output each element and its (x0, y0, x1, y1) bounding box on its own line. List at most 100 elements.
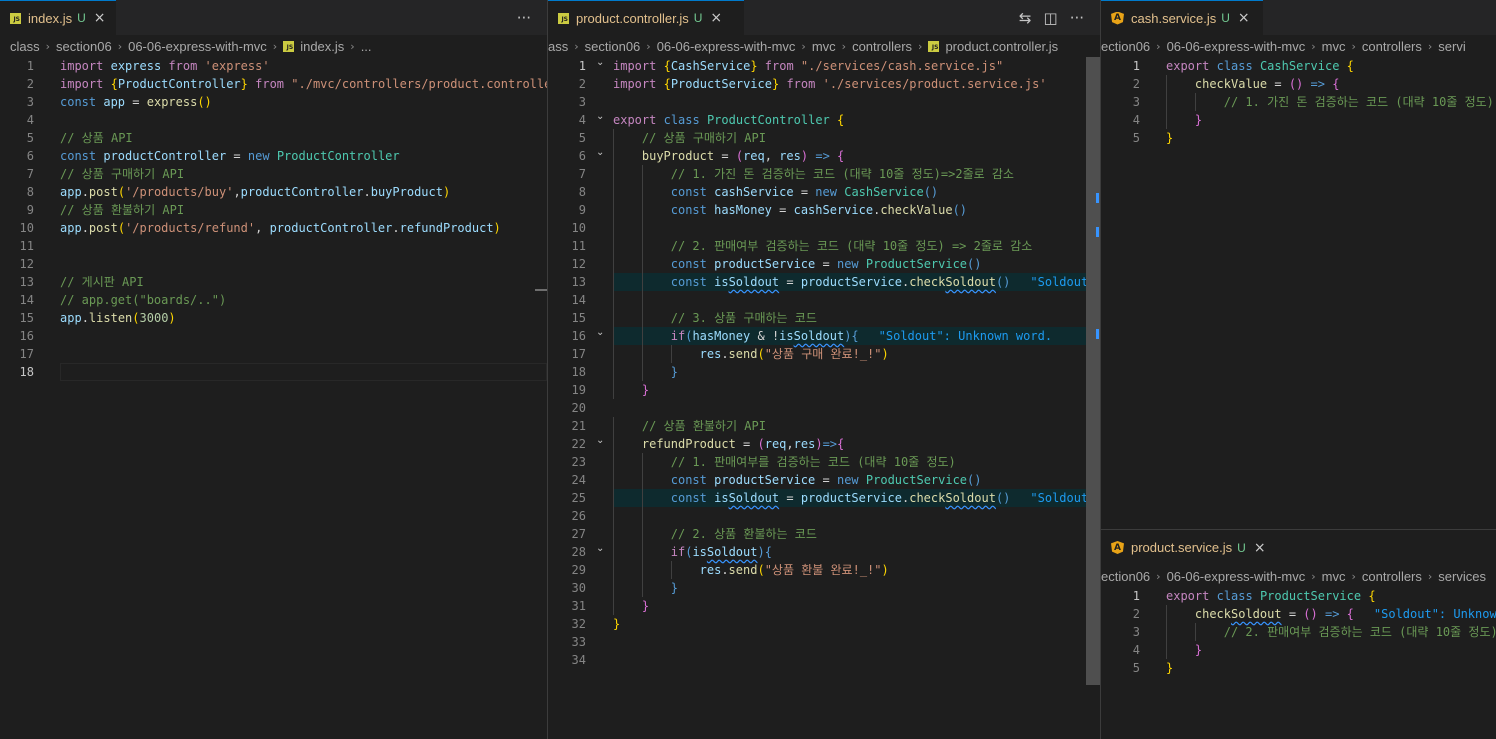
close-icon[interactable]: × (710, 10, 722, 26)
breadcrumb-item[interactable]: controllers (1362, 569, 1422, 584)
code-line[interactable]: 11 // 2. 판매여부 검증하는 코드 (대략 10줄 정도) => 2줄로 … (548, 237, 1100, 255)
code-line[interactable]: 3 (548, 93, 1100, 111)
code-line[interactable]: 11 (0, 237, 547, 255)
breadcrumb-item[interactable]: 06-06-express-with-mvc (1167, 39, 1306, 54)
code-line[interactable]: 12 const productService = new ProductServ… (548, 255, 1100, 273)
breadcrumb-item[interactable]: controllers (852, 39, 912, 54)
code-line[interactable]: 14 (548, 291, 1100, 309)
code-line[interactable]: 14 // app.get("boards/..") (0, 291, 547, 309)
code-line[interactable]: 28 ⌄ if(isSoldout){ (548, 543, 1100, 561)
breadcrumb-item[interactable]: product.controller.js (945, 39, 1058, 54)
code-line[interactable]: 5} (1101, 659, 1496, 677)
code-line[interactable]: 8 app.post('/products/buy',productControl… (0, 183, 547, 201)
breadcrumb-item[interactable]: 06-06-express-with-mvc (128, 39, 267, 54)
close-icon[interactable]: × (1254, 540, 1266, 556)
tab-product-service-js[interactable]: A product.service.js U × (1101, 530, 1281, 565)
code-line[interactable]: 9 const hasMoney = cashService.checkValue… (548, 201, 1100, 219)
code-line[interactable]: 29 res.send("상품 환불 완료!_!") (548, 561, 1100, 579)
code-line[interactable]: 18 (0, 363, 547, 381)
fold-chevron-icon[interactable]: ⌄ (596, 432, 604, 450)
breadcrumb-item[interactable]: section06 (585, 39, 641, 54)
vertical-scrollbar[interactable] (1086, 57, 1100, 685)
code-line[interactable]: 8 const cashService = new CashService() (548, 183, 1100, 201)
code-line[interactable]: 10 (548, 219, 1100, 237)
code-line[interactable]: 7 // 1. 가진 돈 검증하는 코드 (대략 10줄 정도)=>2줄로 감소 (548, 165, 1100, 183)
code-line[interactable]: 23 // 1. 판매여부를 검증하는 코드 (대략 10줄 정도) (548, 453, 1100, 471)
code-line[interactable]: 4 (0, 111, 547, 129)
code-line[interactable]: 31} (548, 597, 1100, 615)
code-line[interactable]: 4 ⌄ export class ProductController { (548, 111, 1100, 129)
breadcrumb-item[interactable]: servi (1438, 39, 1465, 54)
code-line[interactable]: 3 const app = express() (0, 93, 547, 111)
code-editor[interactable]: 1 export class ProductService {2 checkSold… (1101, 587, 1496, 677)
code-line[interactable]: 2 import {ProductController} from "./mvc/… (0, 75, 547, 93)
breadcrumb-item[interactable]: mvc (812, 39, 836, 54)
code-line[interactable]: 13 const isSoldout = productService.check… (548, 273, 1100, 291)
code-line[interactable]: 15 // 3. 상품 구매하는 코드 (548, 309, 1100, 327)
code-line[interactable]: 4} (1101, 111, 1496, 129)
tab-cash-service-js[interactable]: A cash.service.js U × (1101, 0, 1263, 35)
close-icon[interactable]: × (94, 10, 106, 26)
breadcrumb-item[interactable]: controllers (1362, 39, 1422, 54)
code-line[interactable]: 15 app.listen(3000) (0, 309, 547, 327)
breadcrumb-item[interactable]: services (1438, 569, 1486, 584)
code-line[interactable]: 3 // 2. 판매여부 검증하는 코드 (대략 10줄 정도) (1101, 623, 1496, 641)
code-line[interactable]: 3 // 1. 가진 돈 검증하는 코드 (대략 10줄 정도) = (1101, 93, 1496, 111)
breadcrumb-item[interactable]: class (10, 39, 40, 54)
breadcrumb-item[interactable]: ection06 (1101, 39, 1150, 54)
code-line[interactable]: 5 // 상품 API (0, 129, 547, 147)
fold-chevron-icon[interactable]: ⌄ (596, 540, 604, 558)
code-editor[interactable]: 1 import express from 'express' 2 import {P… (0, 57, 547, 381)
code-editor[interactable]: 1 ⌄ import {CashService} from "./services/… (548, 57, 1100, 669)
code-line[interactable]: 30} (548, 579, 1100, 597)
code-line[interactable]: 32} (548, 615, 1100, 633)
more-actions-icon[interactable]: ··· (1070, 9, 1084, 27)
code-line[interactable]: 1 import express from 'express' (0, 57, 547, 75)
tab-product-controller-js[interactable]: JS product.controller.js U × (548, 0, 744, 35)
breadcrumb-item[interactable]: ... (361, 39, 372, 54)
code-line[interactable]: 22 ⌄ refundProduct = (req,res)=>{ (548, 435, 1100, 453)
code-line[interactable]: 19} (548, 381, 1100, 399)
code-editor[interactable]: 1 export class CashService {2 checkValue =… (1101, 57, 1496, 147)
breadcrumb-item[interactable]: mvc (1322, 39, 1346, 54)
code-line[interactable]: 1 export class CashService { (1101, 57, 1496, 75)
code-line[interactable]: 16 (0, 327, 547, 345)
code-line[interactable]: 24 const productService = new ProductServ… (548, 471, 1100, 489)
more-actions-icon[interactable]: ··· (517, 9, 531, 27)
code-line[interactable]: 2 checkValue = () => { (1101, 75, 1496, 93)
code-line[interactable]: 25 const isSoldout = productService.check… (548, 489, 1100, 507)
code-line[interactable]: 21 // 상품 환불하기 API (548, 417, 1100, 435)
code-line[interactable]: 26 (548, 507, 1100, 525)
code-line[interactable]: 6 const productController = new ProductCo… (0, 147, 547, 165)
code-line[interactable]: 6 ⌄ buyProduct = (req, res) => { (548, 147, 1100, 165)
code-line[interactable]: 17 (0, 345, 547, 363)
fold-chevron-icon[interactable]: ⌄ (596, 54, 604, 72)
code-line[interactable]: 2 checkSoldout = () => {"Soldout": Unknow… (1101, 605, 1496, 623)
code-line[interactable]: 10 app.post('/products/refund', productCo… (0, 219, 547, 237)
code-line[interactable]: 7 // 상품 구매하기 API (0, 165, 547, 183)
fold-chevron-icon[interactable]: ⌄ (596, 324, 604, 342)
breadcrumb-item[interactable]: mvc (1322, 569, 1346, 584)
breadcrumb-item[interactable]: 06-06-express-with-mvc (1167, 569, 1306, 584)
code-line[interactable]: 17 res.send("상품 구매 완료!_!") (548, 345, 1100, 363)
open-changes-icon[interactable]: ⇆ (1019, 9, 1032, 27)
code-line[interactable]: 1 export class ProductService { (1101, 587, 1496, 605)
tab-index-js[interactable]: JS index.js U × (0, 0, 116, 35)
breadcrumb-item[interactable]: ection06 (1101, 569, 1150, 584)
code-line[interactable]: 33 (548, 633, 1100, 651)
fold-chevron-icon[interactable]: ⌄ (596, 144, 604, 162)
breadcrumb-item[interactable]: 06-06-express-with-mvc (657, 39, 796, 54)
breadcrumb-item[interactable]: section06 (56, 39, 112, 54)
code-line[interactable]: 2 import {ProductService} from './service… (548, 75, 1100, 93)
split-editor-icon[interactable]: ◫ (1044, 9, 1058, 27)
fold-chevron-icon[interactable]: ⌄ (596, 108, 604, 126)
code-line[interactable]: 27 // 2. 상품 환불하는 코드 (548, 525, 1100, 543)
code-line[interactable]: 5} (1101, 129, 1496, 147)
code-line[interactable]: 5 // 상품 구매하기 API (548, 129, 1100, 147)
code-line[interactable]: 13 // 게시판 API (0, 273, 547, 291)
breadcrumb-item[interactable]: ass (548, 39, 568, 54)
code-line[interactable]: 1 ⌄ import {CashService} from "./services/… (548, 57, 1100, 75)
code-line[interactable]: 20 (548, 399, 1100, 417)
code-line[interactable]: 9 // 상품 환불하기 API (0, 201, 547, 219)
close-icon[interactable]: × (1238, 10, 1250, 26)
